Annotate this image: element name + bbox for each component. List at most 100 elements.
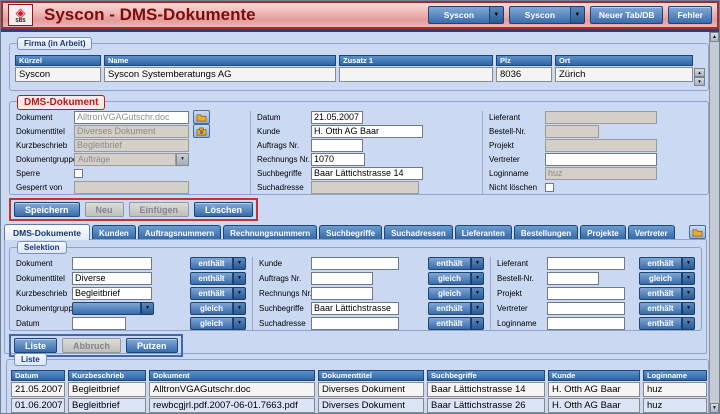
chevron-down-icon[interactable]: ▼	[682, 302, 695, 315]
sperre-checkbox[interactable]	[74, 169, 83, 178]
dokumentgruppe-operator-select[interactable]: gleich ▼	[190, 302, 246, 315]
suchbegriffe-operator-select[interactable]: enthält ▼	[428, 302, 484, 315]
fehler-button[interactable]: Fehler	[668, 6, 712, 24]
spinner-up-icon[interactable]: ▲	[694, 68, 705, 77]
column-header-suchbegriffe[interactable]: Suchbegriffe	[427, 370, 545, 381]
column-header-datum[interactable]: Datum	[11, 370, 65, 381]
chevron-down-icon[interactable]: ▼	[682, 317, 695, 330]
kurzbeschrieb-operator-select[interactable]: enthält ▼	[190, 287, 246, 300]
chevron-down-icon[interactable]: ▼	[233, 272, 246, 285]
table-row[interactable]: 21.05.2007 Begleitbrief AlltronVGAGutsch…	[11, 382, 707, 397]
vertreter-operator-select[interactable]: enthält ▼	[639, 302, 695, 315]
column-header-kurzbeschrieb[interactable]: Kurzbeschrieb	[68, 370, 146, 381]
tab-rechnungsnummern[interactable]: Rechnungsnummern	[223, 225, 317, 240]
dokument-filter-field[interactable]	[72, 257, 152, 270]
dokumenttitel-operator-select[interactable]: enthält ▼	[190, 272, 246, 285]
vertreter-field[interactable]	[545, 153, 657, 166]
datum-field[interactable]	[311, 111, 363, 124]
loginname-operator-select[interactable]: enthält ▼	[639, 317, 695, 330]
kunde-filter-field[interactable]	[311, 257, 399, 270]
neuer-tab-db-button[interactable]: Neuer Tab/DB	[590, 6, 664, 24]
suchbegriffe-filter-field[interactable]	[311, 302, 399, 315]
auftrags-nr-operator-select[interactable]: gleich ▼	[428, 272, 484, 285]
kunde-operator-select[interactable]: enthält ▼	[428, 257, 484, 270]
rechnungs-nr-field[interactable]	[311, 153, 365, 166]
tab-vertreter[interactable]: Vertreter	[628, 225, 675, 240]
tab-suchbegriffe[interactable]: Suchbegriffe	[319, 225, 382, 240]
datum-filter-field[interactable]	[72, 317, 126, 330]
tab-auftragsnummern[interactable]: Auftragsnummern	[138, 225, 221, 240]
open-document-button[interactable]	[193, 110, 210, 124]
vertreter-filter-field[interactable]	[547, 302, 625, 315]
column-header-dokumenttitel[interactable]: Dokumenttitel	[318, 370, 424, 381]
tab-kunden[interactable]: Kunden	[92, 225, 136, 240]
liste-button[interactable]: Liste	[14, 338, 57, 353]
scroll-up-icon[interactable]: ▲	[710, 32, 719, 42]
tab-folder-button[interactable]	[689, 225, 706, 239]
database-select-2[interactable]: Syscon ▼	[509, 6, 585, 24]
column-header-name[interactable]: Name	[104, 55, 336, 66]
lieferant-operator-select[interactable]: enthält ▼	[639, 257, 695, 270]
suchadresse-filter-field[interactable]	[311, 317, 399, 330]
loeschen-button[interactable]: Löschen	[194, 202, 253, 217]
projekt-operator-select[interactable]: enthält ▼	[639, 287, 695, 300]
firma-row[interactable]: Syscon Syscon Systemberatungs AG 8036 Zü…	[15, 67, 693, 82]
chevron-down-icon[interactable]: ▼	[682, 287, 695, 300]
column-header-ort[interactable]: Ort	[555, 55, 693, 66]
chevron-down-icon[interactable]: ▼	[471, 317, 484, 330]
tab-lieferanten[interactable]: Lieferanten	[455, 225, 512, 240]
chevron-down-icon[interactable]: ▼	[471, 257, 484, 270]
suchadresse-operator-select[interactable]: enthält ▼	[428, 317, 484, 330]
record-spinner[interactable]: ▲ ▼	[694, 68, 705, 86]
rechnungs-nr-filter-field[interactable]	[311, 287, 373, 300]
column-header-kuerzel[interactable]: Kürzel	[15, 55, 101, 66]
chevron-down-icon[interactable]: ▼	[682, 272, 695, 285]
chevron-down-icon[interactable]: ▼	[571, 6, 585, 24]
auftrags-nr-filter-field[interactable]	[311, 272, 373, 285]
chevron-down-icon[interactable]: ▼	[233, 302, 246, 315]
chevron-down-icon[interactable]: ▼	[471, 287, 484, 300]
dokument-operator-select[interactable]: enthält ▼	[190, 257, 246, 270]
chevron-down-icon[interactable]: ▼	[141, 302, 154, 315]
putzen-button[interactable]: Putzen	[126, 338, 178, 353]
spinner-down-icon[interactable]: ▼	[694, 77, 705, 86]
kurzbeschrieb-filter-field[interactable]	[72, 287, 152, 300]
nicht-loeschen-checkbox[interactable]	[545, 183, 554, 192]
bestell-nr-filter-field[interactable]	[547, 272, 599, 285]
column-header-dokument[interactable]: Dokument	[149, 370, 315, 381]
column-header-zusatz1[interactable]: Zusatz 1	[339, 55, 493, 66]
database-select-1[interactable]: Syscon ▼	[428, 6, 504, 24]
chevron-down-icon[interactable]: ▼	[682, 257, 695, 270]
scroll-down-icon[interactable]: ▼	[710, 403, 719, 413]
dokumentgruppe-filter-dropdown[interactable]: ▼	[72, 302, 154, 315]
datum-operator-select[interactable]: gleich ▼	[190, 317, 246, 330]
speichern-button[interactable]: Speichern	[14, 202, 80, 217]
dokument-field[interactable]	[74, 111, 189, 124]
gesperrt-von-field	[74, 181, 189, 194]
chevron-down-icon[interactable]: ▼	[233, 317, 246, 330]
lieferant-filter-field[interactable]	[547, 257, 625, 270]
scan-document-button[interactable]	[193, 124, 210, 138]
chevron-down-icon[interactable]: ▼	[233, 257, 246, 270]
chevron-down-icon[interactable]: ▼	[233, 287, 246, 300]
suchbegriffe-field[interactable]	[311, 167, 423, 180]
chevron-down-icon[interactable]: ▼	[490, 6, 504, 24]
column-header-loginname[interactable]: Loginname	[643, 370, 707, 381]
tab-dms-dokumente[interactable]: DMS-Dokumente	[4, 224, 90, 240]
column-header-plz[interactable]: Plz	[496, 55, 552, 66]
tab-suchadressen[interactable]: Suchadressen	[384, 225, 453, 240]
bestell-nr-operator-select[interactable]: gleich ▼	[639, 272, 695, 285]
table-row[interactable]: 01.06.2007 Begleitbrief rewbcgjrl.pdf.20…	[11, 398, 707, 413]
dokumenttitel-filter-field[interactable]	[72, 272, 152, 285]
tab-bestellungen[interactable]: Bestellungen	[514, 225, 578, 240]
loginname-filter-field[interactable]	[547, 317, 625, 330]
column-header-kunde[interactable]: Kunde	[548, 370, 640, 381]
kunde-field[interactable]	[311, 125, 423, 138]
chevron-down-icon[interactable]: ▼	[471, 272, 484, 285]
tab-projekte[interactable]: Projekte	[580, 225, 626, 240]
chevron-down-icon[interactable]: ▼	[471, 302, 484, 315]
projekt-filter-field[interactable]	[547, 287, 625, 300]
auftrags-nr-field[interactable]	[311, 139, 363, 152]
vertical-scrollbar[interactable]: ▲ ▼	[709, 32, 719, 413]
rechnungs-nr-operator-select[interactable]: gleich ▼	[428, 287, 484, 300]
